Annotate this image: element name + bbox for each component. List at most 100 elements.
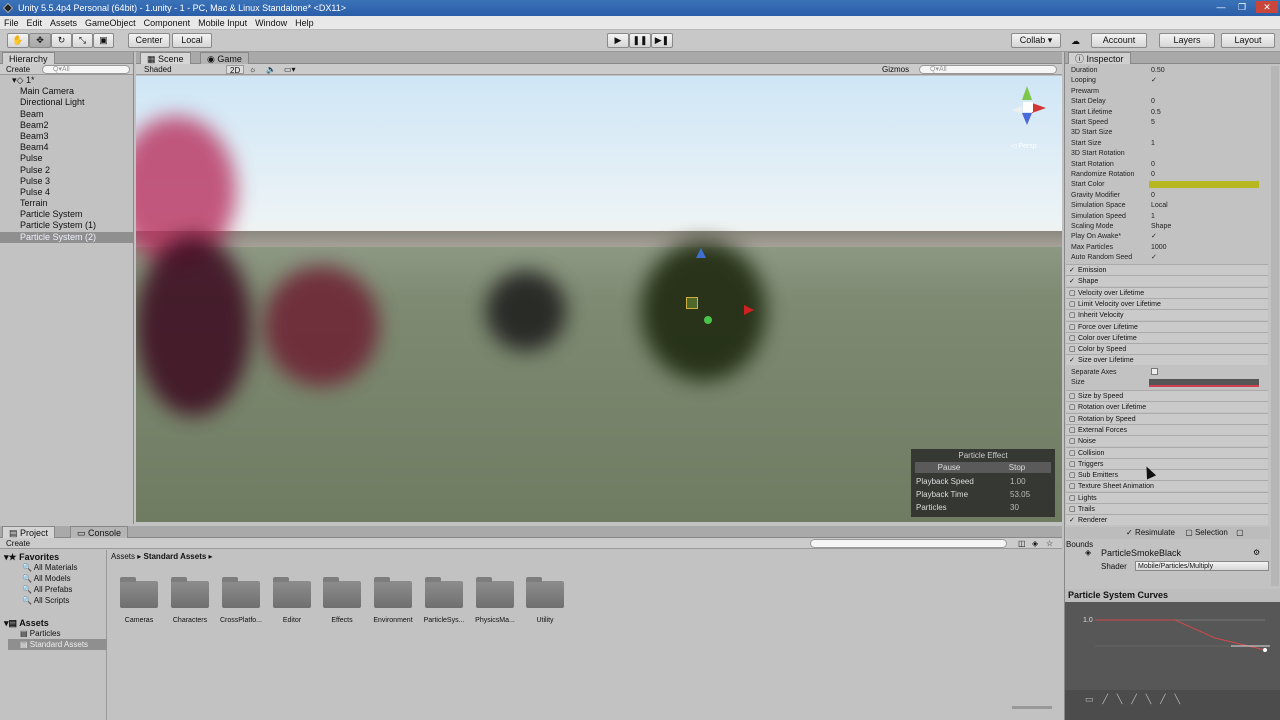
curve-preset-icons[interactable]: ▭╱╲╱╲╱╲ — [1085, 694, 1275, 706]
star-icon[interactable]: ☆ — [1046, 539, 1053, 548]
assets-header[interactable]: ▾▤ Assets — [4, 618, 49, 629]
module-toggle-checkbox[interactable]: ✓ — [1069, 355, 1075, 366]
module-header[interactable]: ▢ Noise — [1066, 435, 1268, 447]
scale-tool-icon[interactable]: ⤡ — [72, 33, 93, 48]
prop-value-field[interactable]: 0 — [1151, 170, 1155, 180]
module-header[interactable]: ✓ Shape — [1066, 275, 1268, 287]
menu-help[interactable]: Help — [291, 16, 318, 30]
gizmo-z-axis-icon[interactable] — [704, 316, 712, 324]
asset-folder-selected[interactable]: ▤ Standard Assets — [8, 639, 107, 650]
module-header[interactable]: ▢ Force over Lifetime — [1066, 320, 1268, 332]
folder-icon[interactable] — [171, 577, 209, 608]
prop-value-field[interactable]: ✓ — [1151, 232, 1157, 242]
fav-item[interactable]: 🔍 All Scripts — [22, 596, 69, 605]
folder-label[interactable]: Effects — [313, 617, 371, 624]
module-header[interactable]: ✓ Renderer — [1066, 514, 1268, 526]
prop-value-field[interactable]: 0 — [1151, 160, 1155, 170]
project-create-button[interactable]: Create — [6, 539, 30, 548]
playback-speed-field[interactable]: 1.00 — [1010, 476, 1048, 488]
hierarchy-item[interactable]: Main Camera — [0, 86, 133, 97]
tab-inspector[interactable]: ⓘ Inspector — [1068, 52, 1131, 64]
prop-value-field[interactable]: 0 — [1151, 191, 1155, 201]
fav-item[interactable]: 🔍 All Prefabs — [22, 585, 72, 594]
menu-mobile-input[interactable]: Mobile Input — [194, 16, 251, 30]
folder-icon[interactable] — [120, 577, 158, 608]
move-tool-icon[interactable]: ✥ — [29, 33, 51, 48]
folder-icon[interactable] — [273, 577, 311, 608]
hierarchy-create-button[interactable]: Create — [6, 65, 30, 74]
module-header[interactable]: ▢ Trails — [1066, 503, 1268, 514]
fav-item[interactable]: 🔍 All Materials — [22, 563, 77, 572]
folder-label[interactable]: ParticleSys... — [415, 617, 473, 624]
folder-icon[interactable] — [476, 577, 514, 608]
module-header[interactable]: ▢ Triggers — [1066, 457, 1268, 469]
audio-toggle-icon[interactable]: 🔈 — [266, 65, 276, 74]
separate-axes-checkbox[interactable] — [1151, 368, 1158, 375]
scene-search-input[interactable]: Q▾All — [919, 65, 1057, 74]
hierarchy-item[interactable]: Beam2 — [0, 120, 133, 131]
playback-time-field[interactable]: 53.05 — [1010, 489, 1048, 501]
layers-dropdown[interactable]: Layers — [1159, 33, 1215, 48]
collab-button[interactable]: Collab ▾ — [1011, 33, 1061, 48]
folder-icon[interactable] — [526, 577, 564, 608]
prop-value-field[interactable]: 5 — [1151, 118, 1155, 128]
filter-type-icon[interactable]: ◫ — [1018, 539, 1026, 548]
persp-label[interactable]: ◁ Persp — [1011, 142, 1037, 150]
size-curve-graph[interactable] — [1065, 602, 1279, 702]
hierarchy-item[interactable]: Pulse 3 — [0, 176, 133, 187]
hierarchy-item[interactable]: Directional Light — [0, 97, 133, 108]
gizmo-y-axis-icon[interactable] — [696, 248, 706, 258]
shader-dropdown[interactable]: Mobile/Particles/Multiply — [1135, 561, 1269, 571]
fav-item[interactable]: 🔍 All Models — [22, 574, 71, 583]
module-header[interactable]: ▢ Color by Speed — [1066, 343, 1268, 355]
module-header[interactable]: ▢ Sub Emitters — [1066, 469, 1268, 481]
selection-checkbox[interactable]: ▢ Selection — [1185, 528, 1228, 537]
menu-window[interactable]: Window — [251, 16, 291, 30]
step-icon[interactable]: ▶❚ — [651, 33, 673, 48]
hierarchy-item[interactable]: Particle System (1) — [0, 220, 133, 231]
orientation-gizmo-icon[interactable] — [1008, 86, 1048, 126]
prop-value-field[interactable]: 1000 — [1151, 243, 1167, 253]
module-header[interactable]: ✓ Size over Lifetime — [1066, 354, 1268, 366]
maximize-icon[interactable]: ❐ — [1235, 1, 1249, 13]
breadcrumb-current[interactable]: Standard Assets — [143, 552, 206, 561]
inspector-scrollbar[interactable] — [1271, 66, 1279, 586]
module-header[interactable]: ▢ External Forces — [1066, 423, 1268, 435]
shading-mode-dropdown[interactable]: Shaded — [144, 65, 172, 74]
module-header[interactable]: ▢ Color over Lifetime — [1066, 331, 1268, 343]
menu-assets[interactable]: Assets — [46, 16, 81, 30]
menu-component[interactable]: Component — [140, 16, 195, 30]
hierarchy-item[interactable]: Beam3 — [0, 131, 133, 142]
menu-file[interactable]: File — [0, 16, 23, 30]
material-settings-icon[interactable]: ⚙ — [1253, 548, 1260, 557]
start-color-swatch[interactable] — [1149, 181, 1259, 188]
pivot-local-button[interactable]: Local — [172, 33, 212, 48]
menu-gameobject[interactable]: GameObject — [81, 16, 140, 30]
rect-tool-icon[interactable]: ▣ — [93, 33, 114, 48]
pause-button[interactable]: Pause — [915, 462, 983, 473]
module-header[interactable]: ▢ Rotation by Speed — [1066, 412, 1268, 424]
prop-value-field[interactable]: 0.50 — [1151, 66, 1165, 76]
filter-label-icon[interactable]: ◈ — [1032, 539, 1038, 548]
hierarchy-item[interactable]: Beam — [0, 109, 133, 120]
module-header[interactable]: ▢ Texture Sheet Animation — [1066, 480, 1268, 492]
play-icon[interactable]: ▶ — [607, 33, 629, 48]
tab-scene[interactable]: ▦ Scene — [140, 52, 191, 64]
tab-project[interactable]: ▤ Project — [2, 526, 56, 538]
hierarchy-item-selected[interactable]: Particle System (2) — [0, 231, 133, 243]
resimulate-checkbox[interactable]: ✓ Resimulate — [1126, 528, 1175, 537]
2d-toggle[interactable]: 2D — [226, 65, 245, 75]
close-icon[interactable]: ✕ — [1256, 1, 1278, 13]
favorites-header[interactable]: ▾★ Favorites — [4, 552, 59, 563]
folder-label[interactable]: Environment — [364, 617, 422, 624]
prop-value-field[interactable]: 0.5 — [1151, 108, 1161, 118]
tab-hierarchy[interactable]: Hierarchy — [2, 52, 55, 64]
icon-size-slider[interactable] — [1012, 706, 1052, 709]
module-header[interactable]: ▢ Velocity over Lifetime — [1066, 286, 1268, 298]
folder-label[interactable]: CrossPlatfo... — [212, 617, 270, 624]
lighting-toggle-icon[interactable]: ☼ — [249, 65, 256, 74]
hierarchy-item[interactable]: Particle System — [0, 209, 133, 220]
prop-value-field[interactable]: ✓ — [1151, 253, 1157, 263]
prop-value-field[interactable]: Local — [1151, 201, 1168, 211]
folder-icon[interactable] — [425, 577, 463, 608]
